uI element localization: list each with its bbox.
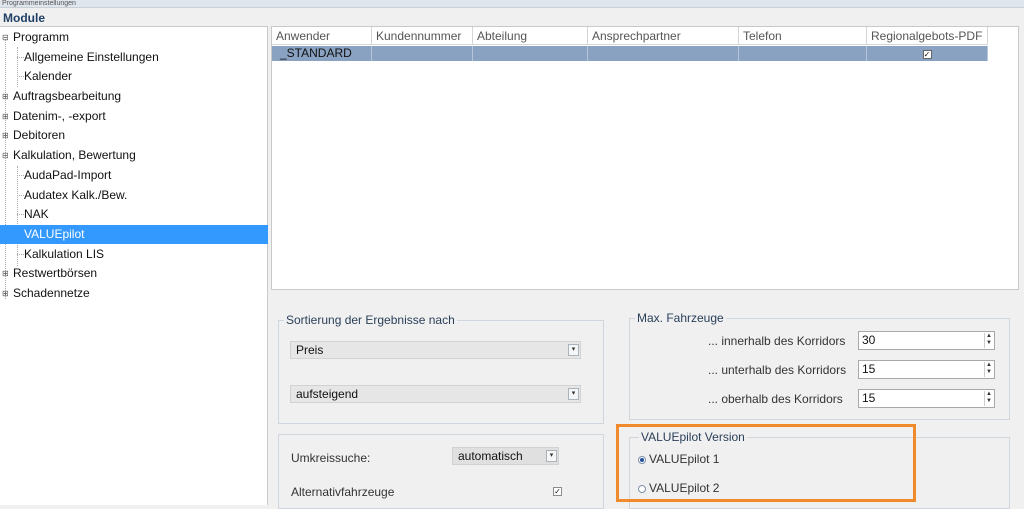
above-corridor-label: ... oberhalb des Korridors bbox=[708, 392, 843, 406]
tree-node-label: Kalender bbox=[24, 69, 73, 83]
tree-node-label: Auftragsbearbeitung bbox=[13, 89, 122, 103]
dropdown-arrow-icon[interactable]: ▾ bbox=[568, 388, 579, 400]
expand-icon[interactable]: ⊞ bbox=[2, 93, 9, 101]
tree-connector bbox=[17, 76, 24, 77]
expand-icon[interactable]: ⊞ bbox=[2, 113, 9, 121]
below-corridor-input[interactable]: 15 ▲ ▼ bbox=[858, 360, 995, 379]
modules-header: Module bbox=[3, 11, 45, 25]
tree-node-label: Kalkulation LIS bbox=[24, 247, 105, 261]
column-header-telefon[interactable]: Telefon bbox=[739, 27, 867, 45]
cell-anwender[interactable]: _STANDARD bbox=[272, 46, 372, 61]
sort-field-select[interactable]: Preis ▾ bbox=[290, 341, 581, 359]
dropdown-arrow-icon[interactable]: ▾ bbox=[568, 344, 579, 356]
cell-telefon[interactable] bbox=[739, 46, 867, 61]
expand-icon[interactable]: ⊞ bbox=[2, 270, 9, 278]
tree-node-label: AudaPad-Import bbox=[24, 168, 112, 182]
above-corridor-value: 15 bbox=[862, 391, 876, 405]
module-tree[interactable]: ⊟ Programm Allgemeine Einstellungen Kale… bbox=[0, 26, 268, 505]
grid-header: Anwender Kundennummer Abteilung Ansprech… bbox=[272, 27, 988, 45]
radius-group: Umkreissuche: automatisch ▾ Alternativfa… bbox=[278, 434, 604, 509]
sort-order-select[interactable]: aufsteigend ▾ bbox=[290, 385, 581, 403]
tree-connector bbox=[17, 57, 24, 58]
column-header-anwender[interactable]: Anwender bbox=[272, 27, 372, 45]
column-header-kundennummer[interactable]: Kundennummer bbox=[372, 27, 473, 45]
window-title: Programmeinstellungen bbox=[0, 0, 1024, 8]
tree-node-valuepilot[interactable]: VALUEpilot bbox=[0, 225, 268, 244]
tree-node-label: Programm bbox=[13, 30, 70, 44]
tree-node-label: VALUEpilot bbox=[24, 227, 85, 241]
dropdown-arrow-icon[interactable]: ▾ bbox=[546, 450, 557, 462]
tree-node-label: Debitoren bbox=[13, 128, 66, 142]
inside-corridor-value: 30 bbox=[862, 333, 876, 347]
sort-field-value: Preis bbox=[296, 343, 324, 357]
spinner-icon[interactable]: ▲ ▼ bbox=[984, 391, 993, 406]
max-vehicles-group: Max. Fahrzeuge ... innerhalb des Korrido… bbox=[629, 311, 1010, 420]
column-header-abteilung[interactable]: Abteilung bbox=[473, 27, 588, 45]
radius-search-select[interactable]: automatisch ▾ bbox=[452, 447, 559, 465]
tree-node-label: Schadennetze bbox=[13, 286, 90, 300]
tree-node-label: Datenim-, -export bbox=[13, 109, 106, 123]
sort-group-title: Sortierung der Ergebnisse nach bbox=[284, 313, 457, 327]
expand-icon[interactable]: ⊞ bbox=[2, 132, 9, 140]
cell-abteilung[interactable] bbox=[473, 46, 588, 61]
table-row[interactable]: _STANDARD ✓ bbox=[272, 46, 988, 61]
alternative-vehicles-label: Alternativfahrzeuge bbox=[291, 485, 395, 499]
expand-icon[interactable]: ⊞ bbox=[2, 290, 9, 298]
max-vehicles-title: Max. Fahrzeuge bbox=[635, 311, 726, 325]
inside-corridor-input[interactable]: 30 ▲ ▼ bbox=[858, 331, 995, 350]
radius-search-value: automatisch bbox=[458, 449, 523, 463]
sort-group: Sortierung der Ergebnisse nach Preis ▾ a… bbox=[278, 313, 604, 424]
column-header-ansprechpartner[interactable]: Ansprechpartner bbox=[588, 27, 739, 45]
tree-connector bbox=[17, 254, 24, 255]
tree-connector bbox=[17, 195, 24, 196]
tree-node-label: Audatex Kalk./Bew. bbox=[24, 188, 128, 202]
cell-kundennummer[interactable] bbox=[372, 46, 473, 61]
tree-branch-line-kalkulation bbox=[17, 166, 18, 266]
spinner-icon[interactable]: ▲ ▼ bbox=[984, 333, 993, 348]
highlight-frame bbox=[616, 424, 916, 502]
tree-connector bbox=[17, 175, 24, 176]
users-grid[interactable]: Anwender Kundennummer Abteilung Ansprech… bbox=[271, 26, 1019, 290]
regionalgebots-pdf-checkbox[interactable]: ✓ bbox=[922, 50, 932, 59]
tree-branch-line-programm bbox=[17, 47, 18, 87]
inside-corridor-label: ... innerhalb des Korridors bbox=[708, 334, 846, 348]
above-corridor-input[interactable]: 15 ▲ ▼ bbox=[858, 389, 995, 408]
cell-regionalgebots-pdf[interactable]: ✓ bbox=[867, 46, 988, 61]
below-corridor-label: ... unterhalb des Korridors bbox=[708, 363, 847, 377]
below-corridor-value: 15 bbox=[862, 362, 876, 376]
tree-connector bbox=[17, 214, 24, 215]
tree-node-label: Allgemeine Einstellungen bbox=[24, 50, 159, 64]
sort-order-value: aufsteigend bbox=[296, 387, 359, 401]
tree-root-line bbox=[5, 39, 6, 299]
cell-ansprechpartner[interactable] bbox=[588, 46, 739, 61]
alternative-vehicles-checkbox[interactable]: ✓ bbox=[553, 487, 562, 496]
tree-node-label: Kalkulation, Bewertung bbox=[13, 148, 136, 162]
collapse-icon[interactable]: ⊟ bbox=[2, 34, 9, 42]
tree-node-label: Restwertbörsen bbox=[13, 266, 98, 280]
radius-search-label: Umkreissuche: bbox=[291, 451, 371, 465]
column-header-regionalgebots-pdf[interactable]: Regionalgebots-PDF bbox=[867, 27, 988, 45]
tree-node-label: NAK bbox=[24, 207, 49, 221]
spinner-icon[interactable]: ▲ ▼ bbox=[984, 362, 993, 377]
collapse-icon[interactable]: ⊟ bbox=[2, 152, 9, 160]
